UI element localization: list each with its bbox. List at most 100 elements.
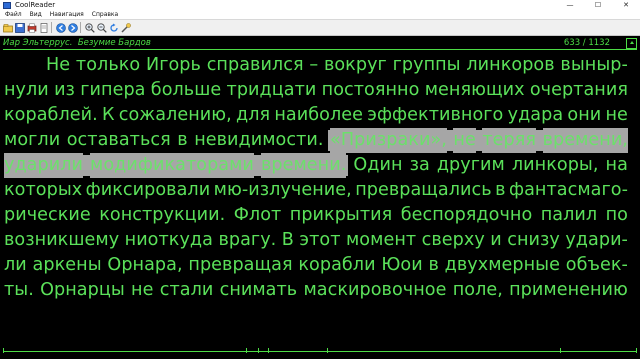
text-word: Орнарцы	[40, 280, 125, 300]
book-info: Иар Эльтеррус. Безумие Бардов	[3, 38, 151, 48]
text-word: вокруг	[323, 55, 387, 75]
text-word: кораблей.	[4, 105, 98, 125]
text-word: аркены	[32, 255, 102, 275]
text-word: Флот	[233, 205, 282, 225]
text-word: возникшему	[4, 230, 120, 250]
settings-icon[interactable]	[121, 22, 131, 33]
text-word: могли	[4, 130, 61, 150]
text-word: из	[54, 80, 75, 100]
text-word: они	[567, 105, 602, 125]
forward-icon[interactable]	[68, 22, 78, 33]
text-word: превращались	[355, 180, 492, 200]
app-icon	[3, 1, 11, 9]
text-word: сверху	[421, 230, 485, 250]
text-word: и	[490, 230, 502, 250]
text-word: которых	[4, 180, 83, 200]
text-word: в	[177, 130, 188, 150]
text-word: фантасмаго-	[508, 180, 628, 200]
text-line: которых фиксировали мю-излучение, превращал…	[4, 178, 628, 203]
menu-view[interactable]: Вид	[26, 10, 46, 20]
text-word: «Призраки»,	[330, 128, 447, 153]
menu-navigation[interactable]: Навигация	[46, 10, 88, 20]
text-word: этот	[299, 230, 341, 250]
text-word: теряя	[482, 128, 537, 153]
progress-tick	[246, 348, 247, 353]
zoom-out-icon[interactable]	[97, 22, 107, 33]
bookmark-icon[interactable]	[39, 22, 49, 33]
text-word: Один	[353, 155, 403, 175]
text-word: наиболее	[274, 105, 364, 125]
text-word: прикрытия	[289, 205, 393, 225]
text-word: только	[75, 55, 141, 75]
book-header: Иар Эльтеррус. Безумие Бардов 633 / 1132	[0, 36, 640, 52]
text-word: времени,	[542, 128, 628, 153]
text-word: В	[281, 230, 294, 250]
scroll-up-button[interactable]	[626, 38, 637, 49]
text-word: Игорь	[145, 55, 201, 75]
save-icon[interactable]	[15, 22, 25, 33]
progress-bar[interactable]	[0, 345, 640, 359]
text-word: стали	[159, 280, 214, 300]
text-word: К	[101, 105, 115, 125]
text-line: ударили модификаторами времени. Один за други…	[4, 153, 628, 178]
progress-track	[3, 351, 637, 352]
text-word: на	[605, 155, 628, 175]
text-word: по	[605, 205, 628, 225]
text-word: за	[409, 155, 430, 175]
text-word: не	[453, 128, 476, 153]
menu-help[interactable]: Справка	[88, 10, 122, 20]
back-icon[interactable]	[56, 22, 66, 33]
zoom-in-icon[interactable]	[85, 22, 95, 33]
text-word: удари-	[565, 230, 628, 250]
text-word: оставаться	[66, 130, 171, 150]
text-word: другим	[436, 155, 505, 175]
text-word: врагу.	[218, 230, 277, 250]
text-line: могли оставаться в невидимости. «Призраки», н…	[4, 128, 628, 153]
text-word: беспорядочно	[400, 205, 533, 225]
reader-page[interactable]: Не только Игорь справился – вокруг группы линко…	[4, 53, 628, 333]
text-word: ли	[4, 255, 27, 275]
window-title: CoolReader	[15, 1, 56, 9]
book-author: Иар Эльтеррус.	[3, 38, 73, 48]
text-word: момент	[345, 230, 417, 250]
text-line: ли аркены Орнара, превращая корабли Юои в двухм…	[4, 253, 628, 278]
text-word: очертания	[529, 80, 628, 100]
rotate-icon[interactable]	[109, 23, 119, 33]
close-button[interactable]: ✕	[612, 0, 640, 10]
text-word: фиксировали	[85, 180, 211, 200]
title-bar: CoolReader — ☐ ✕	[0, 0, 640, 10]
text-word: для	[235, 105, 271, 125]
text-word: не	[131, 280, 154, 300]
open-icon[interactable]	[3, 23, 13, 33]
text-word: объек-	[565, 255, 628, 275]
text-word: поле,	[452, 280, 503, 300]
progress-tick	[327, 348, 328, 353]
text-line: ты. Орнарцы не стали снимать маскировочное пол…	[4, 278, 628, 303]
toolbar-separator	[51, 22, 52, 33]
text-word: ударили	[4, 153, 83, 178]
menu-file[interactable]: Файл	[0, 10, 26, 20]
text-word: гипера	[80, 80, 146, 100]
text-word: ниоткуда	[124, 230, 213, 250]
maximize-button[interactable]: ☐	[584, 0, 612, 10]
text-word: превращая	[188, 255, 293, 275]
text-word: в	[428, 255, 439, 275]
text-word: палил	[540, 205, 598, 225]
text-word: Не	[46, 55, 71, 75]
text-word: корабли	[298, 255, 376, 275]
text-word: сожалению,	[118, 105, 232, 125]
text-word: выныр-	[560, 55, 628, 75]
text-word: снимать	[219, 280, 298, 300]
text-word: меняющих	[424, 80, 525, 100]
print-icon[interactable]	[27, 23, 37, 33]
minimize-button[interactable]: —	[556, 0, 584, 10]
text-word: удара	[507, 105, 564, 125]
text-word: конструкции.	[99, 205, 226, 225]
text-word: больше	[150, 80, 222, 100]
text-word: нули	[4, 80, 49, 100]
text-word: мю-излучение,	[213, 180, 352, 200]
text-word: –	[309, 55, 319, 75]
text-word: маскировочное	[303, 280, 447, 300]
text-line: возникшему ниоткуда врагу. Вэтот момент сверх…	[4, 228, 628, 253]
page-indicator: 633 / 1132	[563, 38, 610, 48]
